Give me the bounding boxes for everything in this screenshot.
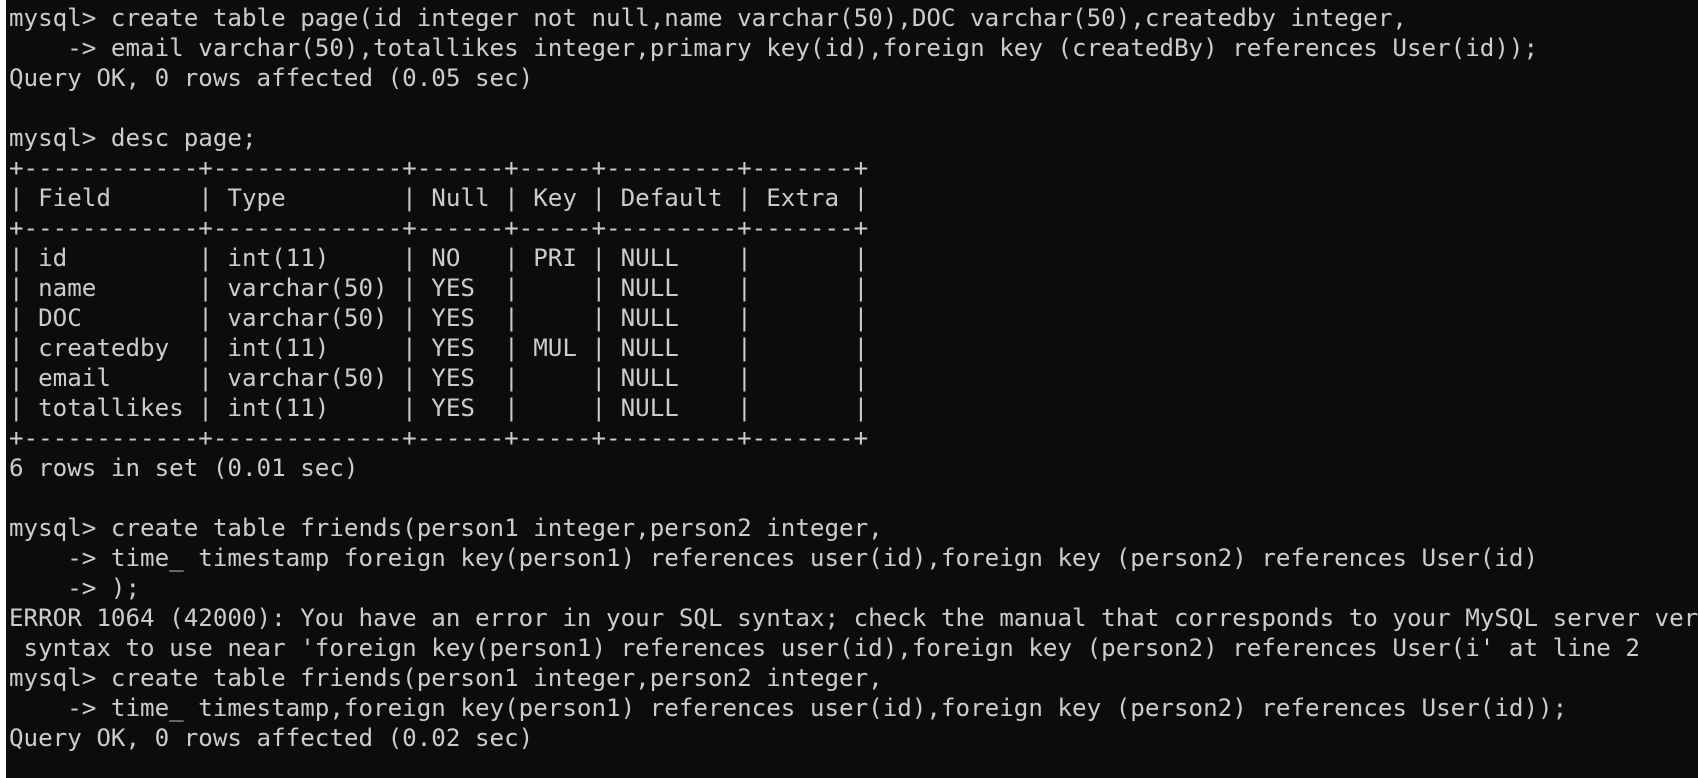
table-row: | DOC | varchar(50) | YES | | NULL | | — [9, 304, 869, 332]
table-row: | email | varchar(50) | YES | | NULL | | — [9, 364, 869, 392]
table-border-line: +------------+-------------+------+-----… — [9, 154, 869, 182]
table-row: | id | int(11) | NO | PRI | NULL | | — [9, 244, 869, 272]
query-result-line: Query OK, 0 rows affected (0.05 sec) — [9, 64, 534, 92]
query-result-line: 6 rows in set (0.01 sec) — [9, 454, 359, 482]
command-continuation-line: -> time_ timestamp foreign key(person1) … — [9, 544, 1539, 572]
command-prompt-line: mysql> create table page(id integer not … — [9, 4, 1407, 32]
terminal-lines: mysql> create table page(id integer not … — [9, 3, 1698, 753]
command-continuation-line: -> ); — [9, 574, 141, 602]
table-header-row: | Field | Type | Null | Key | Default | … — [9, 184, 869, 212]
table-border-line: +------------+-------------+------+-----… — [9, 424, 869, 452]
error-message-line: syntax to use near 'foreign key(person1)… — [9, 634, 1640, 662]
command-prompt-line: mysql> create table friends(person1 inte… — [9, 514, 883, 542]
error-message-line: ERROR 1064 (42000): You have an error in… — [9, 604, 1698, 632]
command-continuation-line: -> time_ timestamp,foreign key(person1) … — [9, 694, 1568, 722]
table-row: | totallikes | int(11) | YES | | NULL | … — [9, 394, 869, 422]
query-result-line: Query OK, 0 rows affected (0.02 sec) — [9, 724, 534, 752]
table-row: | name | varchar(50) | YES | | NULL | | — [9, 274, 869, 302]
command-continuation-line: -> email varchar(50),totallikes integer,… — [9, 34, 1539, 62]
console-window: mysql> create table page(id integer not … — [0, 0, 1698, 778]
command-prompt-line: mysql> create table friends(person1 inte… — [9, 664, 883, 692]
command-prompt-line: mysql> desc page; — [9, 124, 257, 152]
table-row: | createdby | int(11) | YES | MUL | NULL… — [9, 334, 869, 362]
terminal-output-area[interactable]: mysql> create table page(id integer not … — [6, 0, 1698, 778]
table-border-line: +------------+-------------+------+-----… — [9, 214, 869, 242]
